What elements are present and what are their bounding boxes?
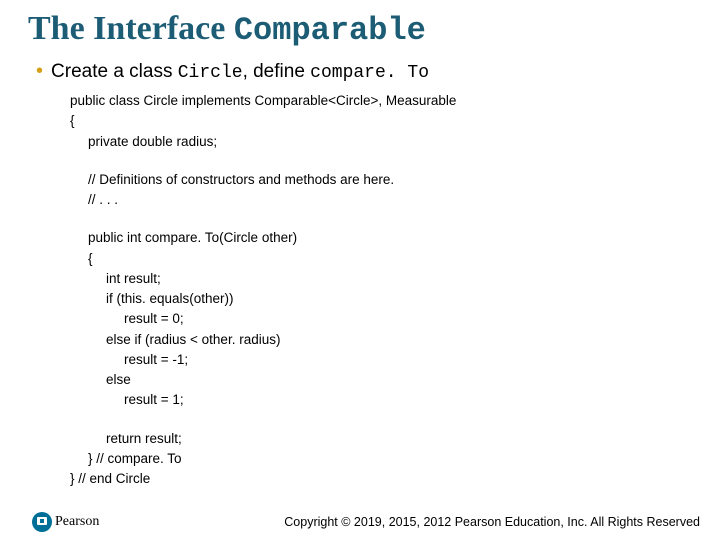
code-line: if (this. equals(other)) bbox=[70, 289, 692, 309]
code-line: public int compare. To(Circle other) bbox=[70, 228, 692, 248]
pearson-logo-text: Pearson bbox=[55, 514, 99, 530]
bullet-prefix: Create a class bbox=[51, 61, 178, 82]
code-line: result = 1; bbox=[70, 390, 692, 410]
bullet-code-1: Circle bbox=[178, 63, 243, 83]
code-line: { bbox=[70, 249, 692, 269]
bullet-text: Create a class Circle, define compare. T… bbox=[51, 61, 429, 83]
code-line: return result; bbox=[70, 429, 692, 449]
slide-title: The Interface Comparable bbox=[28, 10, 692, 49]
code-line: } // compare. To bbox=[70, 449, 692, 469]
title-code: Comparable bbox=[234, 12, 426, 49]
bullet-mid: , define bbox=[243, 61, 311, 82]
copyright-text: Copyright © 2019, 2015, 2012 Pearson Edu… bbox=[99, 515, 700, 529]
bullet-code-2: compare. To bbox=[310, 63, 429, 83]
code-line: result = -1; bbox=[70, 350, 692, 370]
bullet-icon: • bbox=[36, 61, 43, 81]
code-line: else if (radius < other. radius) bbox=[70, 330, 692, 350]
title-text: The Interface bbox=[28, 10, 234, 47]
bullet-item: • Create a class Circle, define compare.… bbox=[36, 61, 692, 83]
pearson-logo-icon bbox=[32, 512, 52, 532]
code-line: else bbox=[70, 370, 692, 390]
code-line: // . . . bbox=[70, 190, 692, 210]
code-line: result = 0; bbox=[70, 309, 692, 329]
code-line: { bbox=[70, 111, 692, 131]
code-line: int result; bbox=[70, 269, 692, 289]
code-line: // Definitions of constructors and metho… bbox=[70, 170, 692, 190]
footer: Pearson Copyright © 2019, 2015, 2012 Pea… bbox=[0, 512, 720, 532]
code-line: public class Circle implements Comparabl… bbox=[70, 91, 692, 111]
pearson-logo: Pearson bbox=[32, 512, 99, 532]
code-line: private double radius; bbox=[70, 132, 692, 152]
code-line: } // end Circle bbox=[70, 469, 692, 489]
code-block: public class Circle implements Comparabl… bbox=[70, 91, 692, 489]
